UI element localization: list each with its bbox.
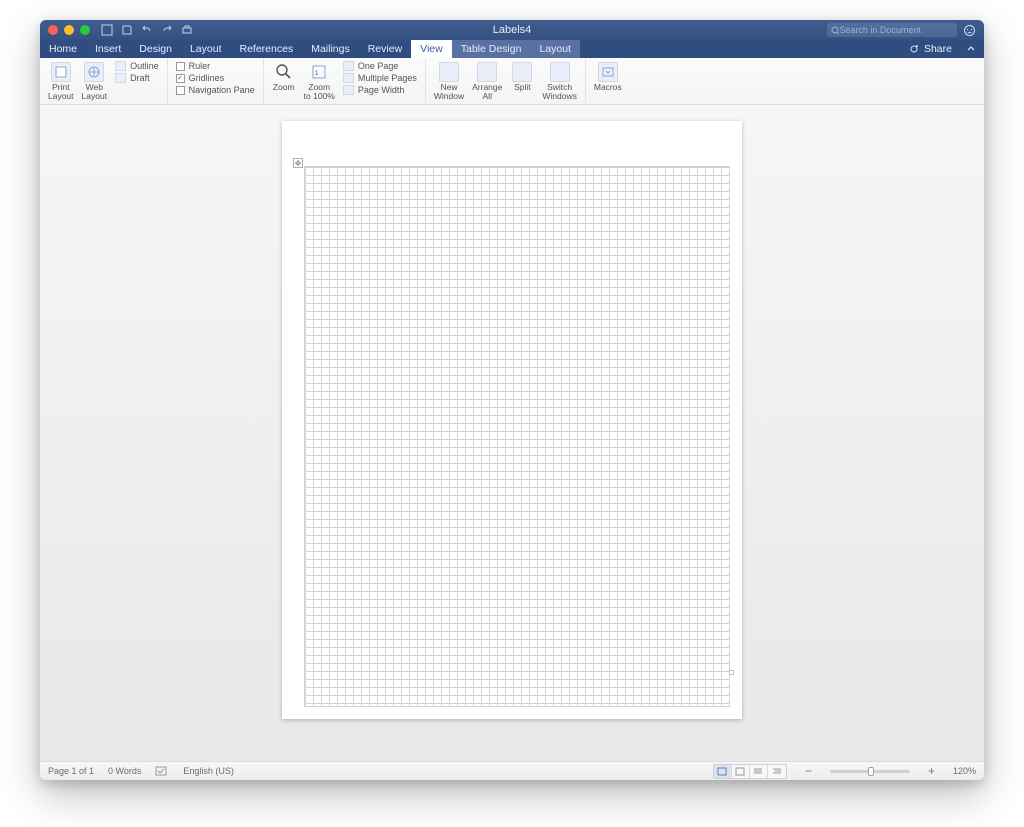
tab-insert[interactable]: Insert [86,40,130,58]
document-canvas[interactable]: ✥ [40,105,984,761]
share-button[interactable]: Share [903,40,958,58]
search-icon [831,26,839,35]
share-icon [909,44,920,55]
print-layout-button[interactable]: Print Layout [44,60,78,103]
multiple-pages-button[interactable]: Multiple Pages [339,72,421,84]
new-window-icon [439,62,459,82]
outline-view-button[interactable] [768,765,786,778]
outline-icon [115,61,126,71]
ribbon-group-views: Print Layout Web Layout Outline Draft [40,58,168,104]
app-window: Labels4 Home Insert Design Layout Refere… [40,20,984,780]
web-layout-view-button[interactable] [750,765,768,778]
status-bar: Page 1 of 1 0 Words English (US) − + 120… [40,761,984,780]
split-icon [512,62,532,82]
checkbox-icon: ✓ [176,74,185,83]
undo-icon[interactable] [140,23,154,37]
status-language[interactable]: English (US) [183,766,234,776]
checkbox-icon [176,62,185,71]
checkbox-icon [176,86,185,95]
tab-layout[interactable]: Layout [181,40,231,58]
save-icon[interactable] [120,23,134,37]
spellcheck-icon[interactable] [155,766,169,777]
multiple-pages-icon [343,73,354,83]
draft-icon [115,73,126,83]
zoom-100-button[interactable]: 1 Zoom to 100% [300,60,339,103]
tab-view[interactable]: View [411,40,452,58]
print-layout-icon [51,62,71,82]
one-page-icon [343,61,354,71]
status-word-count[interactable]: 0 Words [108,766,141,776]
zoom-in-button[interactable]: + [924,764,939,778]
table-resize-handle[interactable] [729,670,734,675]
share-label: Share [924,43,952,55]
web-layout-button[interactable]: Web Layout [78,60,112,103]
one-page-button[interactable]: One Page [339,60,421,72]
document-title: Labels4 [493,24,532,36]
view-mode-buttons [713,764,787,779]
status-page[interactable]: Page 1 of 1 [48,766,94,776]
zoom-100-icon: 1 [309,62,329,82]
page-width-button[interactable]: Page Width [339,84,421,96]
ribbon-group-zoom: Zoom 1 Zoom to 100% One Page Multiple Pa… [264,58,426,104]
tab-table-layout[interactable]: Layout [530,40,580,58]
page-width-icon [343,85,354,95]
close-window-button[interactable] [48,25,58,35]
fullscreen-window-button[interactable] [80,25,90,35]
zoom-icon [274,62,294,82]
zoom-out-button[interactable]: − [801,764,816,778]
feedback-icon[interactable] [963,24,976,37]
web-layout-icon [84,62,104,82]
collapse-ribbon-button[interactable] [958,40,984,58]
gridlines-checkbox[interactable]: ✓Gridlines [172,72,259,84]
ribbon-tabs: Home Insert Design Layout References Mai… [40,40,984,58]
focus-mode-button[interactable] [732,765,750,778]
ribbon-group-window: New Window Arrange All Split Switch Wind… [426,58,586,104]
zoom-slider[interactable] [830,770,910,773]
macros-button[interactable]: Macros [590,60,626,94]
draft-button[interactable]: Draft [111,72,163,84]
title-bar: Labels4 [40,20,984,40]
svg-text:1: 1 [315,71,319,77]
print-icon[interactable] [180,23,194,37]
autosave-icon[interactable] [100,23,114,37]
chevron-up-icon [966,44,976,54]
table-move-handle[interactable]: ✥ [293,158,303,168]
outline-button[interactable]: Outline [111,60,163,72]
zoom-level[interactable]: 120% [953,766,976,776]
navigation-pane-checkbox[interactable]: Navigation Pane [172,84,259,96]
tab-table-design[interactable]: Table Design [452,40,531,58]
switch-windows-button[interactable]: Switch Windows [538,60,580,103]
ruler-checkbox[interactable]: Ruler [172,60,259,72]
zoom-button[interactable]: Zoom [268,60,300,94]
window-controls [48,25,90,35]
redo-icon[interactable] [160,23,174,37]
quick-access-toolbar [100,23,194,37]
ribbon-group-macros: Macros [586,58,630,104]
search-input[interactable] [839,25,953,35]
search-box[interactable] [827,23,957,37]
print-layout-view-button[interactable] [714,765,732,778]
tab-mailings[interactable]: Mailings [302,40,359,58]
tab-review[interactable]: Review [359,40,411,58]
ribbon-group-show: Ruler ✓Gridlines Navigation Pane [168,58,264,104]
switch-windows-icon [550,62,570,82]
ribbon-view: Print Layout Web Layout Outline Draft Ru… [40,58,984,105]
new-window-button[interactable]: New Window [430,60,468,103]
split-button[interactable]: Split [506,60,538,94]
arrange-all-button[interactable]: Arrange All [468,60,506,103]
arrange-all-icon [477,62,497,82]
tab-home[interactable]: Home [40,40,86,58]
minimize-window-button[interactable] [64,25,74,35]
tab-design[interactable]: Design [130,40,181,58]
table-gridlines[interactable] [304,166,730,707]
zoom-slider-thumb[interactable] [868,767,874,776]
macros-icon [598,62,618,82]
tab-references[interactable]: References [231,40,303,58]
page[interactable]: ✥ [282,121,742,719]
